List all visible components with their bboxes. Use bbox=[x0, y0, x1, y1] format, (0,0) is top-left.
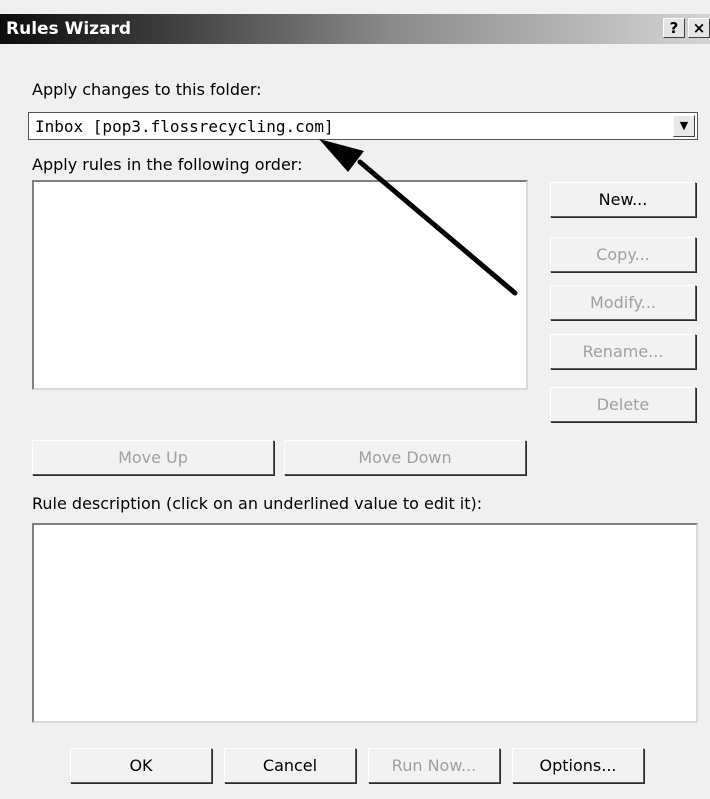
help-button[interactable]: ? bbox=[663, 18, 685, 38]
rules-list[interactable] bbox=[32, 180, 528, 390]
rule-description-box[interactable] bbox=[32, 523, 698, 723]
ok-button[interactable]: OK bbox=[70, 748, 212, 783]
cancel-button[interactable]: Cancel bbox=[224, 748, 356, 783]
rules-wizard-dialog: Rules Wizard ? × Apply changes to this f… bbox=[0, 0, 710, 799]
folder-select-value: Inbox [pop3.flossrecycling.com] bbox=[35, 117, 334, 136]
folder-label: Apply changes to this folder: bbox=[32, 80, 262, 99]
modify-button[interactable]: Modify... bbox=[550, 285, 696, 320]
folder-select[interactable]: Inbox [pop3.flossrecycling.com] ▼ bbox=[28, 112, 698, 140]
title-bar: Rules Wizard ? × bbox=[0, 14, 710, 44]
move-down-button[interactable]: Move Down bbox=[284, 440, 526, 475]
options-button[interactable]: Options... bbox=[512, 748, 644, 783]
window-title: Rules Wizard bbox=[6, 19, 132, 39]
rename-button[interactable]: Rename... bbox=[550, 334, 696, 369]
description-label: Rule description (click on an underlined… bbox=[32, 494, 483, 513]
chevron-down-icon[interactable]: ▼ bbox=[673, 115, 695, 137]
new-button[interactable]: New... bbox=[550, 182, 696, 217]
delete-button[interactable]: Delete bbox=[550, 387, 696, 422]
copy-button[interactable]: Copy... bbox=[550, 237, 696, 272]
run-now-button[interactable]: Run Now... bbox=[368, 748, 500, 783]
rules-list-label: Apply rules in the following order: bbox=[32, 155, 303, 174]
close-button[interactable]: × bbox=[688, 18, 710, 38]
move-up-button[interactable]: Move Up bbox=[32, 440, 274, 475]
